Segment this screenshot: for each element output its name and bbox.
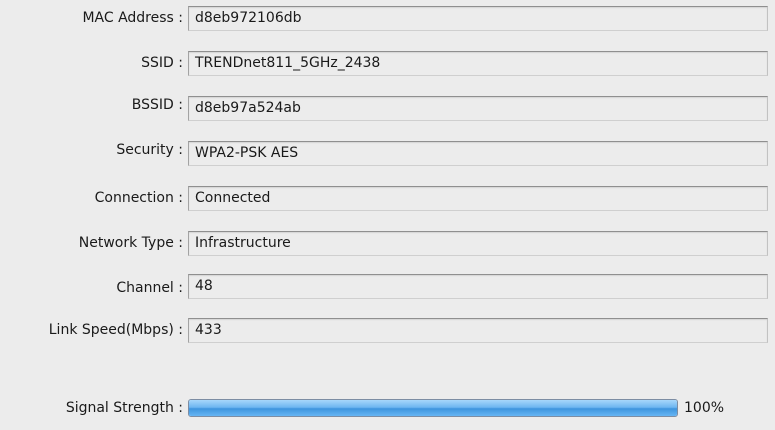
row-bssid: BSSID : d8eb97a524ab bbox=[0, 93, 775, 123]
row-channel: Channel : 48 bbox=[0, 271, 775, 301]
mac-address-field: d8eb972106db bbox=[188, 6, 768, 31]
link-speed-field: 433 bbox=[188, 318, 768, 343]
signal-strength-label: Signal Strength : bbox=[65, 400, 183, 416]
signal-strength-bar bbox=[188, 399, 678, 417]
connection-field: Connected bbox=[188, 186, 768, 211]
mac-address-label: MAC Address : bbox=[82, 10, 183, 26]
ssid-field: TRENDnet811_5GHz_2438 bbox=[188, 51, 768, 76]
network-type-label: Network Type : bbox=[78, 235, 183, 251]
signal-strength-fill bbox=[189, 400, 677, 416]
link-speed-label: Link Speed(Mbps) : bbox=[48, 322, 183, 338]
channel-field: 48 bbox=[188, 274, 768, 299]
row-mac-address: MAC Address : d8eb972106db bbox=[0, 3, 775, 33]
channel-label: Channel : bbox=[116, 280, 183, 296]
row-connection: Connection : Connected bbox=[0, 183, 775, 213]
connection-label: Connection : bbox=[94, 190, 183, 206]
row-network-type: Network Type : Infrastructure bbox=[0, 228, 775, 258]
row-signal-strength: Signal Strength : 100% bbox=[0, 392, 775, 424]
security-label: Security : bbox=[116, 142, 183, 158]
bssid-field: d8eb97a524ab bbox=[188, 96, 768, 121]
row-ssid: SSID : TRENDnet811_5GHz_2438 bbox=[0, 48, 775, 78]
row-link-speed: Link Speed(Mbps) : 433 bbox=[0, 315, 775, 345]
row-security: Security : WPA2-PSK AES bbox=[0, 138, 775, 168]
network-type-field: Infrastructure bbox=[188, 231, 768, 256]
signal-strength-percent: 100% bbox=[684, 400, 725, 416]
wireless-status-panel: MAC Address : d8eb972106db SSID : TRENDn… bbox=[0, 0, 775, 430]
security-field: WPA2-PSK AES bbox=[188, 141, 768, 166]
ssid-label: SSID : bbox=[141, 55, 183, 71]
bssid-label: BSSID : bbox=[131, 97, 183, 113]
